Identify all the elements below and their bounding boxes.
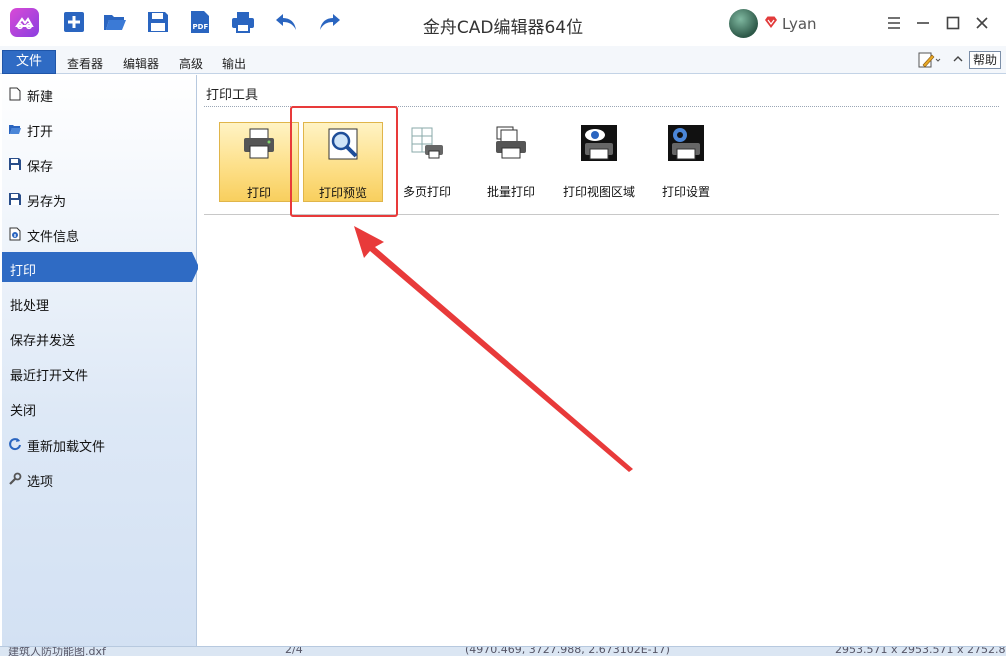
minimize-icon[interactable] <box>913 13 933 33</box>
section-title: 打印工具 <box>206 88 259 103</box>
tool-label: 打印设置 <box>661 185 710 199</box>
sidebar-item-batch[interactable]: 批处理 <box>2 287 197 317</box>
pdf-icon[interactable]: PDF <box>188 10 212 34</box>
menu-icon[interactable] <box>884 13 904 33</box>
status-bar: 建筑人防功能图.dxf 2/4 (4970.469, 3727.988, 2.6… <box>0 646 1006 656</box>
app-logo-icon <box>10 8 39 37</box>
vip-diamond-icon <box>765 16 777 28</box>
title-bar: PDF 金舟CAD编辑器64位 Lyan <box>0 0 1006 46</box>
print-settings-button[interactable]: 打印设置 <box>653 122 719 202</box>
tool-label: 打印 <box>246 186 271 200</box>
sidebar-item-label: 另存为 <box>27 195 67 210</box>
tool-label: 打印视图区域 <box>562 185 635 199</box>
sidebar-item-label: 关闭 <box>10 404 37 419</box>
sidebar-item-label: 打印 <box>10 264 37 279</box>
sidebar-item-open[interactable]: 打开 <box>2 113 197 143</box>
print-preview-button[interactable]: 打印预览 <box>303 122 383 202</box>
multi-page-print-button[interactable]: 多页打印 <box>394 122 460 202</box>
sidebar-item-reload[interactable]: 重新加载文件 <box>2 428 197 458</box>
multi-page-print-icon <box>411 127 443 159</box>
print-tools-panel: 打印工具 打印 打印预览 多页打印 批量打印 打印视图区域 打印设置 <box>198 75 1006 646</box>
sidebar-item-label: 文件信息 <box>27 230 80 245</box>
sidebar-item-save[interactable]: 保存 <box>2 148 197 178</box>
svg-text:PDF: PDF <box>193 23 209 31</box>
print-button[interactable]: 打印 <box>219 122 299 202</box>
save-icon[interactable] <box>146 10 170 34</box>
file-info-icon <box>9 227 21 241</box>
printer-icon <box>244 128 274 159</box>
avatar[interactable] <box>729 9 758 38</box>
status-file-name: 建筑人防功能图.dxf <box>8 646 106 656</box>
tab-advanced[interactable]: 高级 <box>179 55 203 72</box>
sidebar-item-file-info[interactable]: 文件信息 <box>2 218 197 248</box>
sidebar-item-close[interactable]: 关闭 <box>2 392 197 422</box>
divider <box>204 106 999 107</box>
sidebar-item-label: 批处理 <box>10 299 50 314</box>
user-name[interactable]: Lyan <box>782 15 817 33</box>
tool-label: 批量打印 <box>486 185 535 199</box>
tool-label: 打印预览 <box>318 186 367 200</box>
print-preview-icon <box>328 128 358 160</box>
tab-viewer[interactable]: 查看器 <box>67 55 103 72</box>
print-settings-icon <box>668 125 704 161</box>
ribbon-tab-bar: 文件 查看器 编辑器 高级 输出 帮助 <box>0 46 1006 74</box>
sidebar-item-save-and-send[interactable]: 保存并发送 <box>2 322 197 352</box>
help-button[interactable]: 帮助 <box>969 51 1001 69</box>
wrench-icon <box>9 472 22 485</box>
open-folder-icon[interactable] <box>103 10 127 34</box>
status-coords: (4970.469, 3727.988, 2.673102E-17) <box>465 646 670 656</box>
undo-icon[interactable] <box>274 10 298 34</box>
sidebar-item-label: 保存并发送 <box>10 334 76 349</box>
divider <box>204 214 999 215</box>
status-size: 2953.571 x 2953.571 x 2752.897 <box>835 646 1006 656</box>
printer-icon[interactable] <box>231 10 255 34</box>
save-icon <box>9 158 21 170</box>
print-view-area-icon <box>581 125 617 161</box>
sidebar-item-print[interactable]: 打印 <box>2 252 199 282</box>
tool-label: 多页打印 <box>402 185 451 199</box>
sidebar-item-save-as[interactable]: 另存为 <box>2 183 197 213</box>
new-file-icon[interactable] <box>62 10 86 34</box>
save-as-icon <box>9 193 21 205</box>
sidebar-item-options[interactable]: 选项 <box>2 463 197 493</box>
maximize-icon[interactable] <box>943 13 963 33</box>
open-folder-icon <box>9 125 21 134</box>
new-file-icon <box>9 87 21 101</box>
sidebar-item-label: 重新加载文件 <box>27 440 106 455</box>
sidebar-item-label: 新建 <box>27 90 54 105</box>
sidebar-item-label: 选项 <box>27 475 54 490</box>
redo-icon[interactable] <box>318 10 342 34</box>
collapse-ribbon-icon[interactable] <box>952 53 964 65</box>
file-menu-sidebar: 新建 打开 保存 另存为 文件信息 打印 批处理 保存并发送 最近打开文件 关闭… <box>2 75 199 646</box>
status-page: 2/4 <box>285 646 303 656</box>
tab-file[interactable]: 文件 <box>2 50 56 74</box>
sidebar-item-label: 保存 <box>27 160 54 175</box>
tab-editor[interactable]: 编辑器 <box>123 55 159 72</box>
close-icon[interactable] <box>972 13 992 33</box>
sidebar-item-label: 最近打开文件 <box>10 369 89 384</box>
sidebar-item-label: 打开 <box>27 125 54 140</box>
sidebar-item-recent-files[interactable]: 最近打开文件 <box>2 357 197 387</box>
sidebar-item-new[interactable]: 新建 <box>2 78 197 108</box>
batch-print-button[interactable]: 批量打印 <box>478 122 544 202</box>
print-view-area-button[interactable]: 打印视图区域 <box>558 122 640 202</box>
batch-print-icon <box>496 126 526 159</box>
tab-output[interactable]: 输出 <box>222 55 246 72</box>
style-edit-icon[interactable] <box>917 51 941 69</box>
reload-icon <box>9 438 21 451</box>
